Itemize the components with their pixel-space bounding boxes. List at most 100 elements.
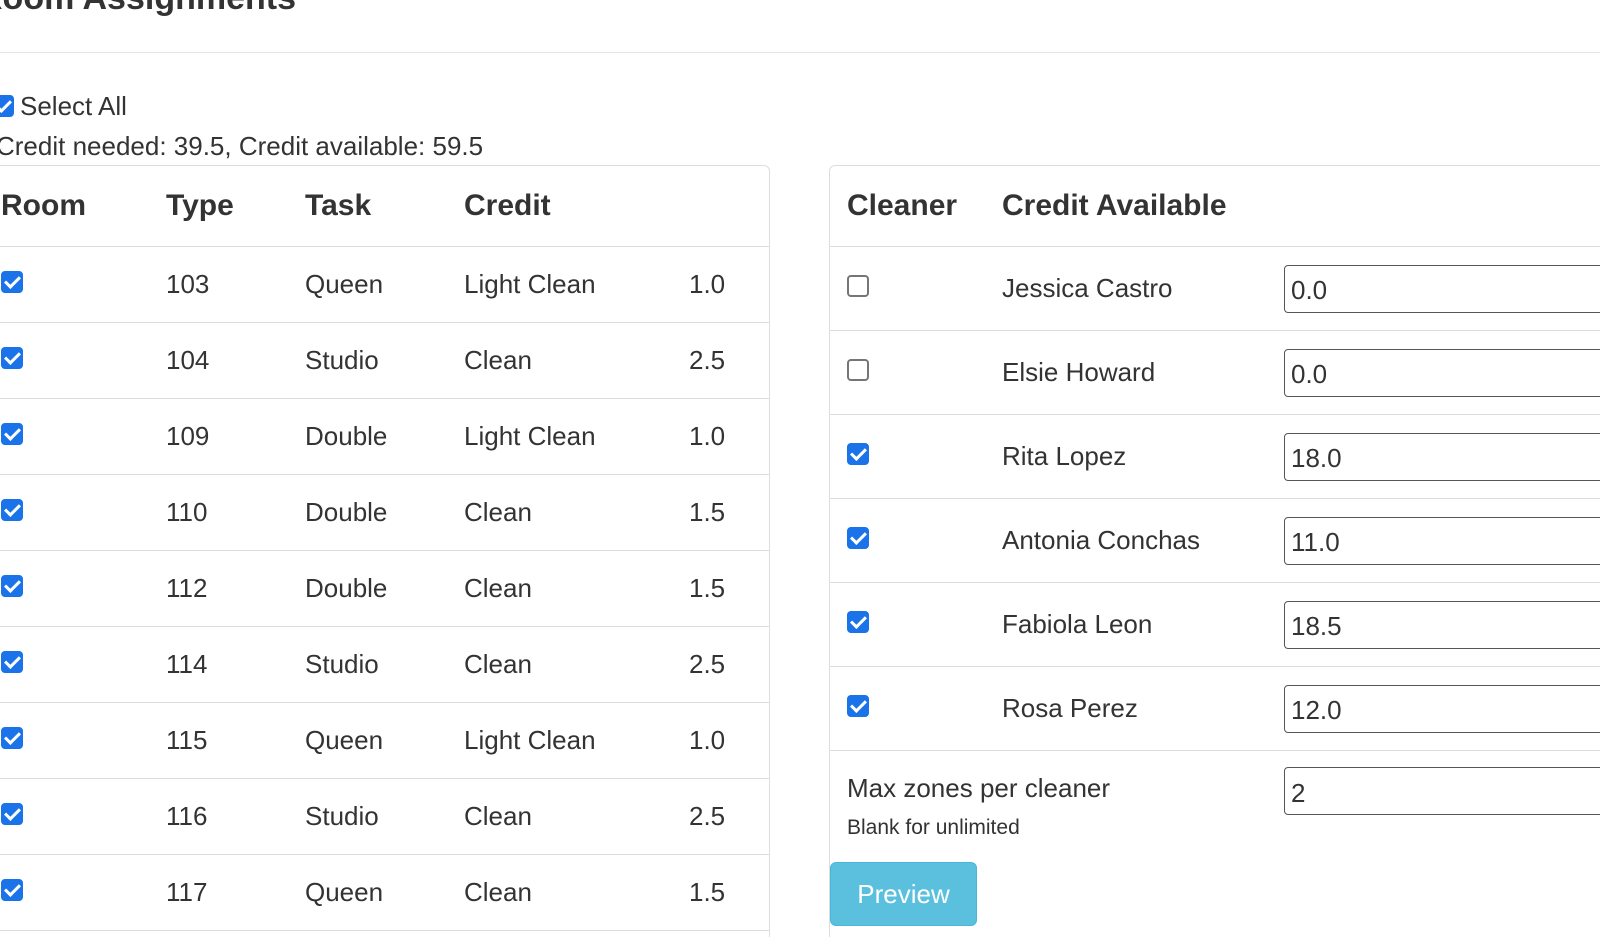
cleaner-checkbox[interactable] — [847, 359, 869, 381]
max-zones-input[interactable] — [1284, 767, 1600, 815]
table-row: Rita Lopez — [830, 414, 1600, 499]
room-task: Clean — [464, 322, 689, 399]
cleaner-checkbox[interactable] — [847, 695, 869, 717]
table-row: Rosa Perez — [830, 666, 1600, 751]
cleaner-credit-cell — [1284, 414, 1600, 499]
room-select-cell — [0, 702, 166, 779]
column-header-task: Task — [305, 166, 464, 247]
room-checkbox[interactable] — [1, 727, 23, 749]
cleaner-credit-input[interactable] — [1284, 432, 1600, 481]
room-number: 114 — [166, 626, 305, 703]
room-task: Clean — [464, 854, 689, 931]
room-task: Clean — [464, 778, 689, 855]
column-header-cleaner: Cleaner — [830, 166, 1002, 247]
rooms-table-body: 103 Queen Light Clean 1.0 104 Studio Clean 2.5 1… — [0, 246, 769, 931]
cleaner-select-cell — [830, 246, 1002, 331]
room-credit: 2.5 — [689, 626, 769, 703]
room-credit: 1.5 — [689, 474, 769, 551]
room-task: Light Clean — [464, 398, 689, 475]
room-select-cell — [0, 626, 166, 703]
room-type: Queen — [305, 854, 464, 931]
cleaner-credit-cell — [1284, 666, 1600, 751]
cleaner-credit-input[interactable] — [1284, 684, 1600, 733]
cleaner-select-cell — [830, 414, 1002, 499]
table-row: 114 Studio Clean 2.5 — [0, 626, 769, 703]
cleaner-credit-cell — [1284, 330, 1600, 415]
cleaner-credit-input[interactable] — [1284, 516, 1600, 565]
cleaner-credit-input[interactable] — [1284, 348, 1600, 397]
cleaner-credit-cell — [1284, 246, 1600, 331]
table-row: 109 Double Light Clean 1.0 — [0, 398, 769, 475]
room-type: Double — [305, 398, 464, 475]
room-credit: 1.0 — [689, 246, 769, 323]
room-number: 117 — [166, 854, 305, 931]
cleaner-checkbox[interactable] — [847, 443, 869, 465]
room-checkbox[interactable] — [1, 347, 23, 369]
room-select-cell — [0, 474, 166, 551]
room-checkbox[interactable] — [1, 499, 23, 521]
table-row: Fabiola Leon — [830, 582, 1600, 667]
cleaner-checkbox[interactable] — [847, 275, 869, 297]
preview-button[interactable]: Preview — [830, 862, 977, 926]
room-select-cell — [0, 246, 166, 323]
max-zones-input-cell — [1284, 751, 1600, 870]
cleaner-checkbox[interactable] — [847, 527, 869, 549]
rooms-header-row: Room Type Task Credit — [0, 166, 769, 247]
room-type: Studio — [305, 626, 464, 703]
table-row: Elsie Howard — [830, 330, 1600, 415]
room-type: Studio — [305, 322, 464, 399]
room-credit: 1.0 — [689, 398, 769, 475]
cleaner-credit-input[interactable] — [1284, 600, 1600, 649]
room-checkbox[interactable] — [1, 271, 23, 293]
cleaners-panel: Cleaner Credit Available Jessica CastroE… — [829, 165, 1600, 937]
table-row: 116 Studio Clean 2.5 — [0, 778, 769, 855]
room-checkbox[interactable] — [1, 575, 23, 597]
room-checkbox[interactable] — [1, 651, 23, 673]
room-checkbox[interactable] — [1, 803, 23, 825]
select-all[interactable]: Select All — [0, 90, 127, 122]
room-type: Queen — [305, 246, 464, 323]
cleaner-select-cell — [830, 498, 1002, 583]
room-task: Light Clean — [464, 702, 689, 779]
room-task: Clean — [464, 550, 689, 627]
room-credit: 2.5 — [689, 778, 769, 855]
table-row: Antonia Conchas — [830, 498, 1600, 583]
table-row: 112 Double Clean 1.5 — [0, 550, 769, 627]
room-task: Clean — [464, 626, 689, 703]
cleaners-header-row: Cleaner Credit Available — [830, 166, 1600, 247]
room-credit: 1.0 — [689, 702, 769, 779]
room-credit: 2.5 — [689, 322, 769, 399]
room-select-cell — [0, 322, 166, 399]
table-row: 103 Queen Light Clean 1.0 — [0, 246, 769, 323]
room-checkbox[interactable] — [1, 423, 23, 445]
cleaner-name: Fabiola Leon — [1002, 582, 1284, 667]
room-number: 103 — [166, 246, 305, 323]
column-header-credit-available: Credit Available — [1002, 166, 1600, 247]
cleaner-select-cell — [830, 330, 1002, 415]
room-select-cell — [0, 550, 166, 627]
room-number: 109 — [166, 398, 305, 475]
cleaner-checkbox[interactable] — [847, 611, 869, 633]
room-select-cell — [0, 398, 166, 475]
cleaner-name: Jessica Castro — [1002, 246, 1284, 331]
max-zones-cell: Max zones per cleaner Blank for unlimite… — [830, 751, 1284, 870]
cleaner-select-cell — [830, 582, 1002, 667]
cleaner-select-cell — [830, 666, 1002, 751]
rooms-table: Room Type Task Credit 103 Queen Light Clea… — [0, 166, 769, 931]
select-all-label: Select All — [20, 91, 127, 121]
select-all-checkbox[interactable] — [0, 95, 14, 117]
column-header-type: Type — [166, 166, 305, 247]
cleaner-name: Rosa Perez — [1002, 666, 1284, 751]
room-checkbox[interactable] — [1, 879, 23, 901]
cleaner-name: Elsie Howard — [1002, 330, 1284, 415]
column-header-blank — [689, 166, 769, 247]
page: Room Assignments Select All Credit neede… — [0, 0, 1600, 937]
cleaner-credit-input[interactable] — [1284, 264, 1600, 313]
room-credit: 1.5 — [689, 550, 769, 627]
room-number: 110 — [166, 474, 305, 551]
cleaner-name: Rita Lopez — [1002, 414, 1284, 499]
credit-summary: Credit needed: 39.5, Credit available: 5… — [0, 131, 484, 161]
max-zones-hint: Blank for unlimited — [847, 816, 1020, 839]
table-row: 117 Queen Clean 1.5 — [0, 854, 769, 931]
cleaners-table-body: Jessica CastroElsie HowardRita LopezAnto… — [830, 246, 1600, 751]
